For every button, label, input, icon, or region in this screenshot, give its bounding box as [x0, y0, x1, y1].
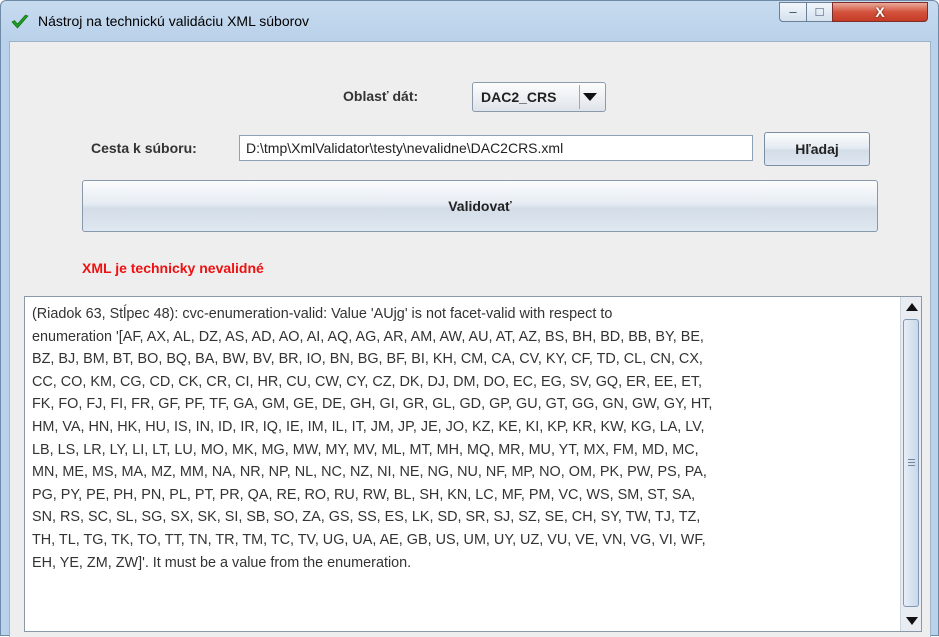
close-button[interactable]: X	[832, 2, 928, 22]
window-title: Nástroj na technickú validáciu XML súbor…	[38, 13, 310, 29]
arrow-down-icon	[906, 617, 918, 625]
grip-line	[908, 465, 915, 466]
minimize-icon: –	[789, 4, 797, 19]
data-area-select[interactable]: DAC2_CRS	[472, 82, 606, 112]
file-path-label: Cesta k súboru:	[91, 140, 197, 156]
search-button[interactable]: Hľadaj	[764, 132, 870, 166]
data-area-label: Oblasť dát:	[343, 88, 419, 104]
scroll-down-button[interactable]	[902, 612, 921, 630]
grip-line	[908, 462, 915, 463]
maximize-button[interactable]: □	[806, 2, 833, 22]
data-area-selected-value: DAC2_CRS	[481, 89, 557, 105]
content-panel: Oblasť dát: DAC2_CRS Cesta k súboru: Hľa…	[9, 41, 931, 637]
validation-status-message: XML je technicky nevalidné	[82, 260, 264, 276]
file-path-input[interactable]	[239, 135, 753, 161]
maximize-icon: □	[815, 4, 824, 19]
green-checkmark-icon	[11, 14, 29, 29]
validate-button[interactable]: Validovať	[82, 180, 878, 232]
scroll-up-button[interactable]	[902, 298, 921, 316]
arrow-up-icon	[906, 303, 918, 311]
close-icon: X	[875, 4, 885, 20]
validation-output-text: (Riadok 63, Stĺpec 48): cvc-enumeration-…	[32, 306, 713, 571]
minimize-button[interactable]: –	[779, 2, 807, 22]
validation-output-textarea[interactable]: (Riadok 63, Stĺpec 48): cvc-enumeration-…	[24, 296, 922, 632]
title-bar[interactable]: Nástroj na technickú validáciu XML súbor…	[1, 1, 938, 41]
vertical-scrollbar[interactable]	[900, 297, 921, 631]
dropdown-arrow-icon[interactable]	[583, 93, 597, 101]
scrollbar-thumb[interactable]	[903, 319, 919, 607]
combo-divider	[579, 85, 580, 109]
app-window: Nástroj na technickú validáciu XML súbor…	[0, 0, 939, 637]
grip-line	[908, 459, 915, 460]
